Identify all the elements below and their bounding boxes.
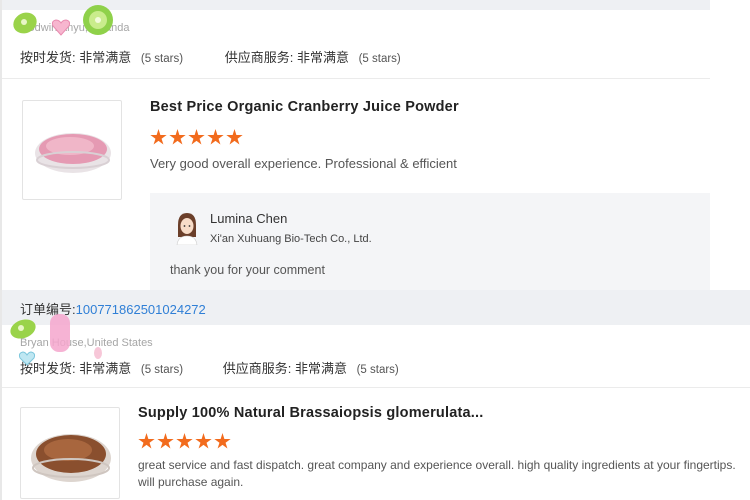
star-icon <box>214 433 231 449</box>
heart-sticker-icon <box>94 347 102 359</box>
supplier-stars: (5 stars) <box>356 364 399 376</box>
star-icon <box>226 129 243 145</box>
rating-summary: 按时发货: 非常满意 (5 stars) 供应商服务: 非常满意 (5 star… <box>20 47 401 66</box>
product-title-link[interactable]: Best Price Organic Cranberry Juice Powde… <box>150 99 459 115</box>
delivery-value: 非常满意 <box>79 50 132 65</box>
cranberry-powder-image <box>35 133 111 173</box>
star-icon <box>195 433 212 449</box>
star-icon <box>150 129 167 145</box>
heart-sticker-icon <box>50 314 70 352</box>
divider <box>2 78 710 79</box>
supplier-rating: 供应商服务: 非常满意 (5 stars) <box>223 358 399 377</box>
rating-summary: 按时发货: 非常满意 (5 stars) 供应商服务: 非常满意 (5 star… <box>20 358 399 377</box>
supplier-stars: (5 stars) <box>358 53 401 65</box>
supplier-label: 供应商服务: <box>224 50 294 65</box>
star-icon <box>157 433 174 449</box>
star-rating <box>150 129 243 146</box>
kiwi-sticker-icon <box>13 12 37 34</box>
avatar-icon <box>176 213 198 245</box>
supplier-reply: Lumina Chen Xi'an Xuhuang Bio-Tech Co., … <box>150 193 710 293</box>
star-icon <box>188 129 205 145</box>
star-icon <box>138 433 155 449</box>
star-icon <box>176 433 193 449</box>
product-title-link[interactable]: Supply 100% Natural Brassaiopsis glomeru… <box>138 405 483 421</box>
supplier-rating: 供应商服务: 非常满意 (5 stars) <box>225 47 401 66</box>
divider <box>2 387 750 388</box>
review-comment: great service and fast dispatch. great c… <box>138 458 736 489</box>
reviewer-meta: Bryan House,United States <box>20 337 153 349</box>
star-icon <box>207 129 224 145</box>
review-card: Bryan House,United States 按时发货: 非常满意 (5 … <box>2 325 750 500</box>
supplier-value: 非常满意 <box>294 361 347 376</box>
reply-author-name: Lumina Chen <box>210 211 288 226</box>
delivery-label: 按时发货: <box>20 50 76 65</box>
order-number-link[interactable]: 100771862501024272 <box>76 302 206 317</box>
delivery-value: 非常满意 <box>79 361 132 376</box>
reply-company: Xi'an Xuhuang Bio-Tech Co., Ltd. <box>210 233 372 245</box>
star-rating <box>138 433 231 450</box>
reply-text: thank you for your comment <box>170 263 325 277</box>
review-card: Godwin Anyu, Uganda 按时发货: 非常满意 (5 stars)… <box>2 10 710 293</box>
supplier-label: 供应商服务: <box>222 361 292 376</box>
product-thumbnail[interactable] <box>20 407 120 499</box>
product-thumbnail[interactable] <box>22 100 122 200</box>
supplier-value: 非常满意 <box>296 50 349 65</box>
kiwi-sticker-icon <box>10 319 36 339</box>
review-comment: Very good overall experience. Profession… <box>150 156 457 171</box>
brown-powder-image <box>31 434 111 482</box>
star-icon <box>169 129 186 145</box>
delivery-stars: (5 stars) <box>140 53 184 65</box>
delivery-rating: 按时发货: 非常满意 (5 stars) <box>20 47 183 66</box>
order-bar: 订单编号:100771862501024272 <box>2 290 750 325</box>
heart-sticker-icon <box>18 351 36 366</box>
heart-sticker-icon <box>51 19 71 36</box>
delivery-stars: (5 stars) <box>140 364 184 376</box>
kiwi-sticker-icon <box>83 5 113 35</box>
